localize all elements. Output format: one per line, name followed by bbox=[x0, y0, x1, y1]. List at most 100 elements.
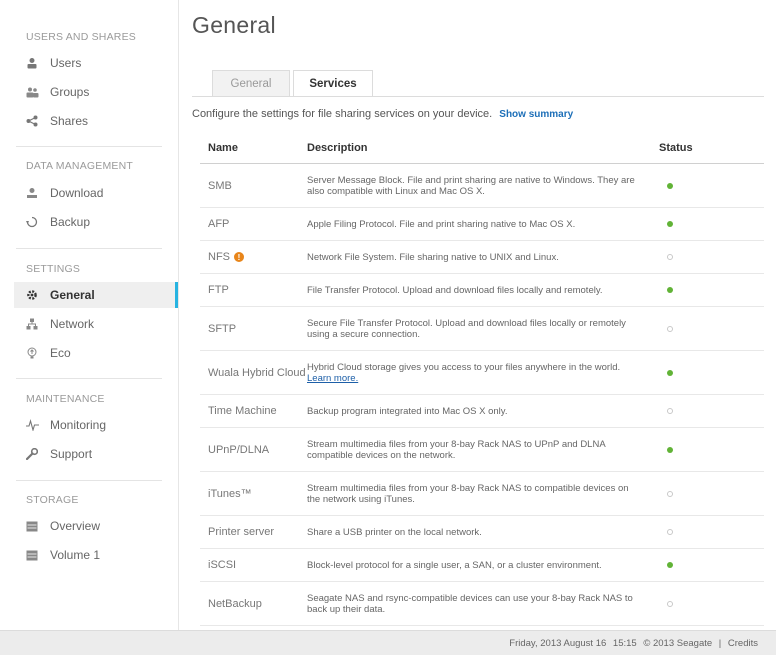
service-status bbox=[653, 600, 764, 607]
sidebar-item-label: Eco bbox=[50, 346, 71, 360]
table-row[interactable]: NetBackup Seagate NAS and rsync-compatibl… bbox=[200, 582, 764, 626]
service-description: Share a USB printer on the local network… bbox=[307, 527, 653, 538]
sidebar-item-eco[interactable]: Eco bbox=[14, 340, 176, 366]
service-name-text: UPnP/DLNA bbox=[208, 443, 270, 456]
sidebar-item-general[interactable]: General bbox=[14, 282, 178, 308]
service-description: Server Message Block. File and print sha… bbox=[307, 175, 653, 197]
service-name: iSCSI bbox=[200, 559, 307, 571]
sidebar-item-shares[interactable]: Shares bbox=[14, 108, 176, 134]
storage-icon bbox=[25, 519, 39, 533]
table-row[interactable]: iSCSI Block-level protocol for a single u… bbox=[200, 549, 764, 582]
credits-link[interactable]: Credits bbox=[728, 638, 758, 649]
services-table: Name Description Status SMB Server Messag… bbox=[200, 132, 764, 626]
service-name-text: iTunes™ bbox=[208, 487, 252, 500]
table-row[interactable]: SFTP Secure File Transfer Protocol. Uploa… bbox=[200, 307, 764, 351]
sidebar-item-download[interactable]: Download bbox=[14, 180, 176, 206]
sidebar-item-users[interactable]: Users bbox=[14, 50, 176, 76]
table-body: SMB Server Message Block. File and print … bbox=[200, 164, 764, 626]
service-status bbox=[653, 287, 764, 293]
status-off-icon[interactable] bbox=[667, 254, 673, 260]
table-row[interactable]: SMB Server Message Block. File and print … bbox=[200, 164, 764, 208]
service-status bbox=[653, 446, 764, 453]
warning-icon[interactable]: ! bbox=[234, 252, 244, 262]
status-on-icon[interactable] bbox=[667, 562, 673, 568]
status-on-icon[interactable] bbox=[667, 446, 673, 453]
service-description-text: Network File System. File sharing native… bbox=[307, 251, 559, 263]
table-row[interactable]: AFP Apple Filing Protocol. File and print… bbox=[200, 208, 764, 241]
status-off-icon[interactable] bbox=[667, 325, 673, 332]
section-divider bbox=[16, 480, 162, 481]
tab-bar: General Services bbox=[212, 70, 376, 97]
service-name: SMB bbox=[200, 180, 307, 192]
sidebar: USERS AND SHARES Users Groups Shares DAT… bbox=[0, 0, 178, 630]
service-name-text: NFS bbox=[208, 251, 230, 263]
service-name: Time Machine bbox=[200, 405, 307, 417]
table-row[interactable]: Time Machine Backup program integrated in… bbox=[200, 395, 764, 428]
service-description-text: Block-level protocol for a single user, … bbox=[307, 559, 602, 571]
service-name-text: SMB bbox=[208, 179, 232, 192]
sidebar-item-support[interactable]: Support bbox=[14, 441, 176, 467]
status-on-icon[interactable] bbox=[667, 287, 673, 293]
user-icon bbox=[25, 56, 39, 70]
sidebar-item-label: Overview bbox=[50, 519, 101, 533]
service-description-text: Secure File Transfer Protocol. Upload an… bbox=[307, 317, 626, 340]
service-status bbox=[653, 529, 764, 535]
service-status bbox=[653, 562, 764, 568]
status-on-icon[interactable] bbox=[667, 369, 673, 376]
intro-description: Configure the settings for file sharing … bbox=[192, 108, 493, 120]
learn-more-link[interactable]: Learn more. bbox=[307, 373, 358, 384]
footer-text: Friday, 2013 August 16 15:15 © 2013 Seag… bbox=[505, 638, 758, 649]
status-on-icon[interactable] bbox=[667, 182, 673, 189]
status-off-icon[interactable] bbox=[667, 408, 673, 414]
tab-general[interactable]: General bbox=[212, 70, 290, 96]
footer: Friday, 2013 August 16 15:15 © 2013 Seag… bbox=[0, 630, 776, 655]
column-header-description: Description bbox=[307, 141, 368, 154]
section-title-storage: STORAGE bbox=[26, 494, 79, 506]
group-icon bbox=[25, 85, 39, 99]
sidebar-item-label: Shares bbox=[50, 114, 89, 128]
sidebar-item-label: Backup bbox=[50, 215, 91, 229]
status-on-icon[interactable] bbox=[667, 221, 673, 227]
table-row[interactable]: Wuala Hybrid Cloud Hybrid Cloud storage g… bbox=[200, 351, 764, 395]
gear-icon bbox=[25, 288, 39, 302]
sidebar-item-monitoring[interactable]: Monitoring bbox=[14, 412, 176, 438]
service-name: Wuala Hybrid Cloud bbox=[200, 367, 307, 379]
status-off-icon[interactable] bbox=[667, 600, 673, 607]
status-off-icon[interactable] bbox=[667, 490, 673, 497]
volume-icon bbox=[25, 548, 39, 562]
table-row[interactable]: FTP File Transfer Protocol. Upload and do… bbox=[200, 274, 764, 307]
pulse-icon bbox=[25, 418, 39, 432]
sidebar-item-groups[interactable]: Groups bbox=[14, 79, 176, 105]
show-summary-link[interactable]: Show summary bbox=[499, 109, 573, 120]
share-icon bbox=[25, 114, 39, 128]
intro-text: Configure the settings for file sharing … bbox=[192, 108, 573, 120]
tab-underline bbox=[192, 96, 764, 97]
section-divider bbox=[16, 248, 162, 249]
network-icon bbox=[25, 317, 39, 331]
sidebar-item-label: General bbox=[50, 288, 95, 302]
service-status bbox=[653, 221, 764, 227]
service-name-text: FTP bbox=[208, 284, 229, 296]
sidebar-item-label: Network bbox=[50, 317, 95, 331]
table-row[interactable]: NFS! Network File System. File sharing na… bbox=[200, 241, 764, 274]
column-header-status: Status bbox=[659, 141, 693, 154]
table-row[interactable]: Printer server Share a USB printer on the… bbox=[200, 516, 764, 549]
tab-services[interactable]: Services bbox=[293, 70, 373, 97]
sidebar-item-overview[interactable]: Overview bbox=[14, 513, 176, 539]
section-divider bbox=[16, 146, 162, 147]
table-row[interactable]: UPnP/DLNA Stream multimedia files from yo… bbox=[200, 428, 764, 472]
service-description-text: File Transfer Protocol. Upload and downl… bbox=[307, 284, 603, 296]
sidebar-item-volume-1[interactable]: Volume 1 bbox=[14, 542, 176, 568]
service-name-text: Time Machine bbox=[208, 405, 277, 417]
service-name: FTP bbox=[200, 284, 307, 296]
table-row[interactable]: iTunes™ Stream multimedia files from your… bbox=[200, 472, 764, 516]
section-title-data-management: DATA MANAGEMENT bbox=[26, 160, 134, 172]
section-divider bbox=[16, 378, 162, 379]
service-name: SFTP bbox=[200, 323, 307, 335]
sidebar-item-label: Users bbox=[50, 56, 82, 70]
footer-time: 15:15 bbox=[612, 638, 637, 649]
sidebar-item-network[interactable]: Network bbox=[14, 311, 176, 337]
status-off-icon[interactable] bbox=[667, 529, 673, 535]
sidebar-item-backup[interactable]: Backup bbox=[14, 209, 176, 235]
service-name-text: Wuala Hybrid Cloud bbox=[208, 366, 306, 379]
